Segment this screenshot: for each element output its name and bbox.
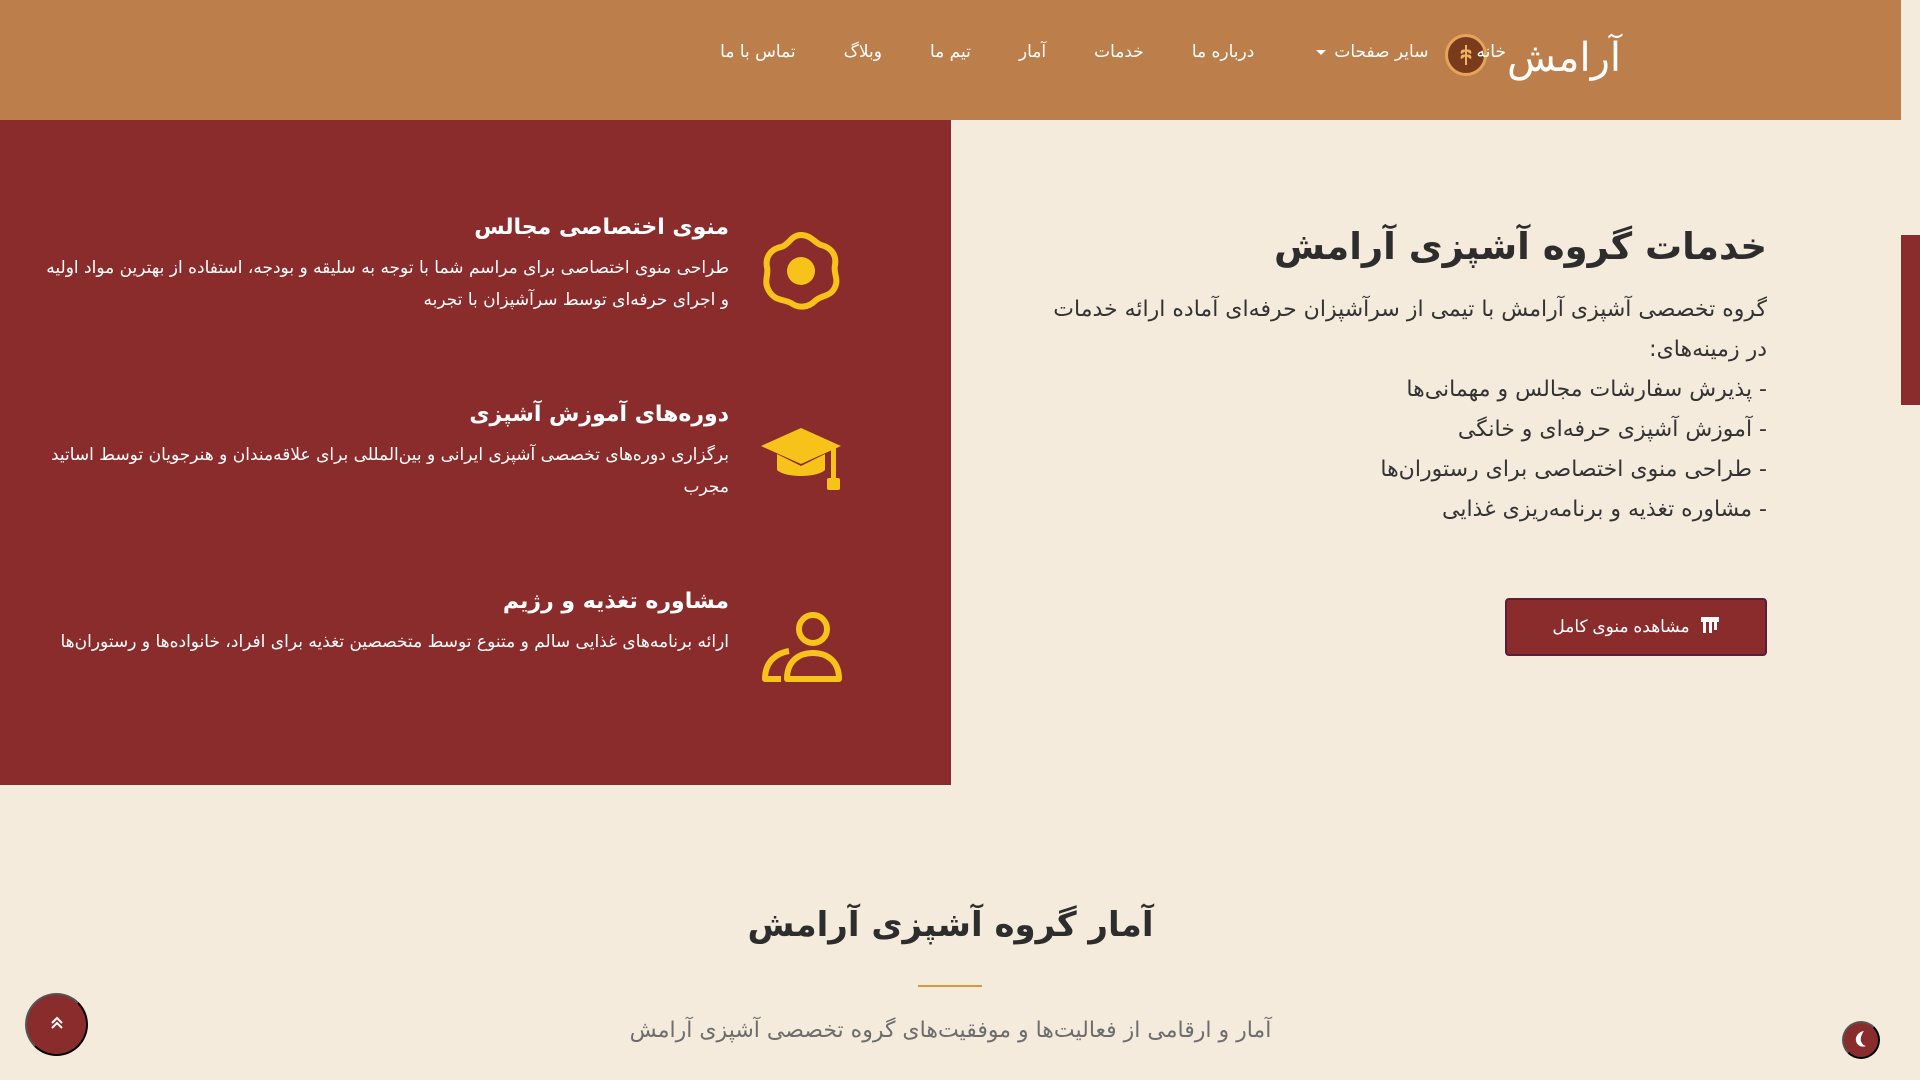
moon-icon	[1851, 1029, 1871, 1052]
scrollbar-thumb[interactable]	[1901, 235, 1920, 405]
services-intro-title: خدمات گروه آشپزی آرامش	[1273, 225, 1767, 268]
nav-services[interactable]: خدمات	[1094, 42, 1144, 62]
stats-title: آمار گروه آشپزی آرامش	[747, 905, 1154, 945]
view-full-menu-label: مشاهده منوی کامل	[1552, 617, 1690, 636]
service-item-custom-menu: منوی اختصاصی مجالس طراحی منوی اختصاصی بر…	[43, 215, 843, 316]
back-to-top-button[interactable]	[25, 993, 88, 1056]
double-chevron-up-icon	[48, 1014, 66, 1035]
scrollbar-track[interactable]	[1901, 0, 1920, 1080]
list-item: - طراحی منوی اختصاصی برای رستوران‌ها	[1380, 457, 1767, 482]
menu-board-icon	[1700, 615, 1720, 640]
service-title: منوی اختصاصی مجالس	[474, 215, 729, 240]
section-divider	[918, 985, 982, 987]
graduation-cap-icon	[759, 416, 843, 500]
users-icon	[759, 603, 843, 687]
view-full-menu-button[interactable]: مشاهده منوی کامل	[1505, 598, 1767, 656]
nav-contact[interactable]: تماس با ما	[720, 42, 796, 62]
services-intro: خدمات گروه آشپزی آرامش گروه تخصصی آشپزی …	[1047, 225, 1767, 530]
service-item-cooking-courses: دوره‌های آموزش آشپزی برگزاری دوره‌های تخ…	[43, 402, 843, 503]
chevron-down-icon	[1316, 49, 1327, 55]
nav-home[interactable]: خانه	[1476, 42, 1506, 62]
nav-about[interactable]: درباره ما	[1192, 42, 1255, 62]
fried-egg-icon	[759, 229, 843, 313]
brand-name[interactable]: آرامش	[1507, 35, 1621, 81]
nav-stats[interactable]: آمار	[1019, 42, 1046, 62]
service-item-nutrition: مشاوره تغذیه و رژیم ارائه برنامه‌های غذا…	[43, 589, 843, 687]
nav-blog[interactable]: وبلاگ	[844, 42, 882, 62]
services-panel: منوی اختصاصی مجالس طراحی منوی اختصاصی بر…	[0, 120, 951, 785]
list-item: - مشاوره تغذیه و برنامه‌ریزی غذایی	[1441, 497, 1767, 522]
services-intro-body: گروه تخصصی آشپزی آرامش با تیمی از سرآشپز…	[1053, 297, 1767, 362]
service-text: منوی اختصاصی مجالس طراحی منوی اختصاصی بر…	[43, 215, 729, 316]
nav-other-pages-label: سایر صفحات	[1334, 42, 1429, 62]
nav-other-pages[interactable]: سایر صفحات	[1316, 42, 1428, 62]
service-desc: برگزاری دوره‌های تخصصی آشپزی ایرانی و بی…	[50, 445, 729, 497]
service-text: دوره‌های آموزش آشپزی برگزاری دوره‌های تخ…	[43, 402, 729, 503]
list-item: - پذیرش سفارشات مجالس و مهمانی‌ها	[1406, 377, 1767, 402]
theme-toggle-button[interactable]	[1842, 1021, 1880, 1059]
main-nav: خانه سایر صفحات درباره ما خدمات آمار تیم…	[720, 42, 1506, 62]
service-text: مشاوره تغذیه و رژیم ارائه برنامه‌های غذا…	[43, 589, 730, 658]
service-desc: طراحی منوی اختصاصی برای مراسم شما با توج…	[46, 258, 729, 310]
site-header: آرامش خانه سایر صفحات درباره ما خدمات آم…	[0, 0, 1901, 120]
service-title: مشاوره تغذیه و رژیم	[502, 589, 729, 614]
stats-subtitle: آمار و ارقامی از فعالیت‌ها و موفقیت‌های …	[629, 1018, 1272, 1043]
service-title: دوره‌های آموزش آشپزی	[469, 402, 729, 427]
list-item: - آموزش آشپزی حرفه‌ای و خانگی	[1457, 417, 1767, 442]
services-intro-list: - پذیرش سفارشات مجالس و مهمانی‌ها - آموز…	[1047, 370, 1767, 530]
service-desc: ارائه برنامه‌های غذایی سالم و متنوع توسط…	[60, 632, 730, 652]
nav-team[interactable]: تیم ما	[930, 42, 971, 62]
